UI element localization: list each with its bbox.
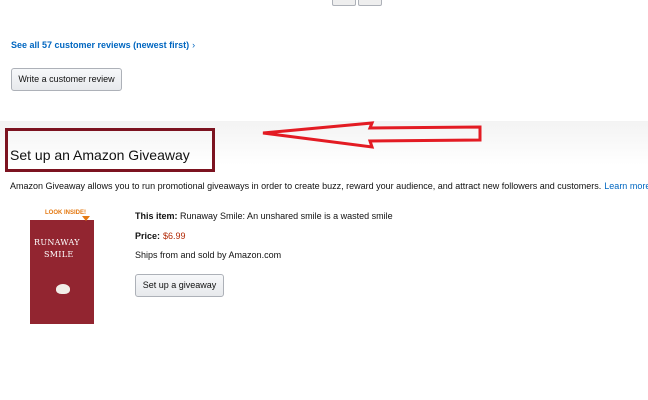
- giveaway-description-text: Amazon Giveaway allows you to run promot…: [10, 181, 602, 191]
- book-cover-title-line1: RUNAWAY: [34, 238, 80, 247]
- price-label: Price:: [135, 231, 161, 241]
- price-value: $6.99: [163, 231, 186, 241]
- look-inside-arrow-icon: [82, 216, 90, 221]
- ships-from-text: Ships from and sold by Amazon.com: [135, 250, 282, 260]
- setup-giveaway-button[interactable]: Set up a giveaway: [135, 274, 224, 297]
- book-cover-title-line2: SMILE: [44, 250, 74, 259]
- book-cover-illustration: [56, 284, 70, 294]
- book-cover-image[interactable]: LOOK INSIDE! RUNAWAY SMILE: [30, 208, 94, 324]
- giveaway-item-line: This item: Runaway Smile: An unshared sm…: [135, 211, 393, 221]
- setup-giveaway-label: Set up a giveaway: [142, 280, 217, 290]
- giveaway-description: Amazon Giveaway allows you to run promot…: [10, 181, 648, 191]
- giveaway-price-line: Price: $6.99: [135, 231, 186, 241]
- item-label: This item:: [135, 211, 178, 221]
- annotation-arrow-shape: [262, 121, 482, 149]
- item-title: Runaway Smile: An unshared smile is a wa…: [180, 211, 393, 221]
- learn-more-link[interactable]: Learn more: [604, 181, 648, 191]
- look-inside-label: LOOK INSIDE!: [45, 210, 87, 216]
- annotation-arrow: [262, 121, 482, 149]
